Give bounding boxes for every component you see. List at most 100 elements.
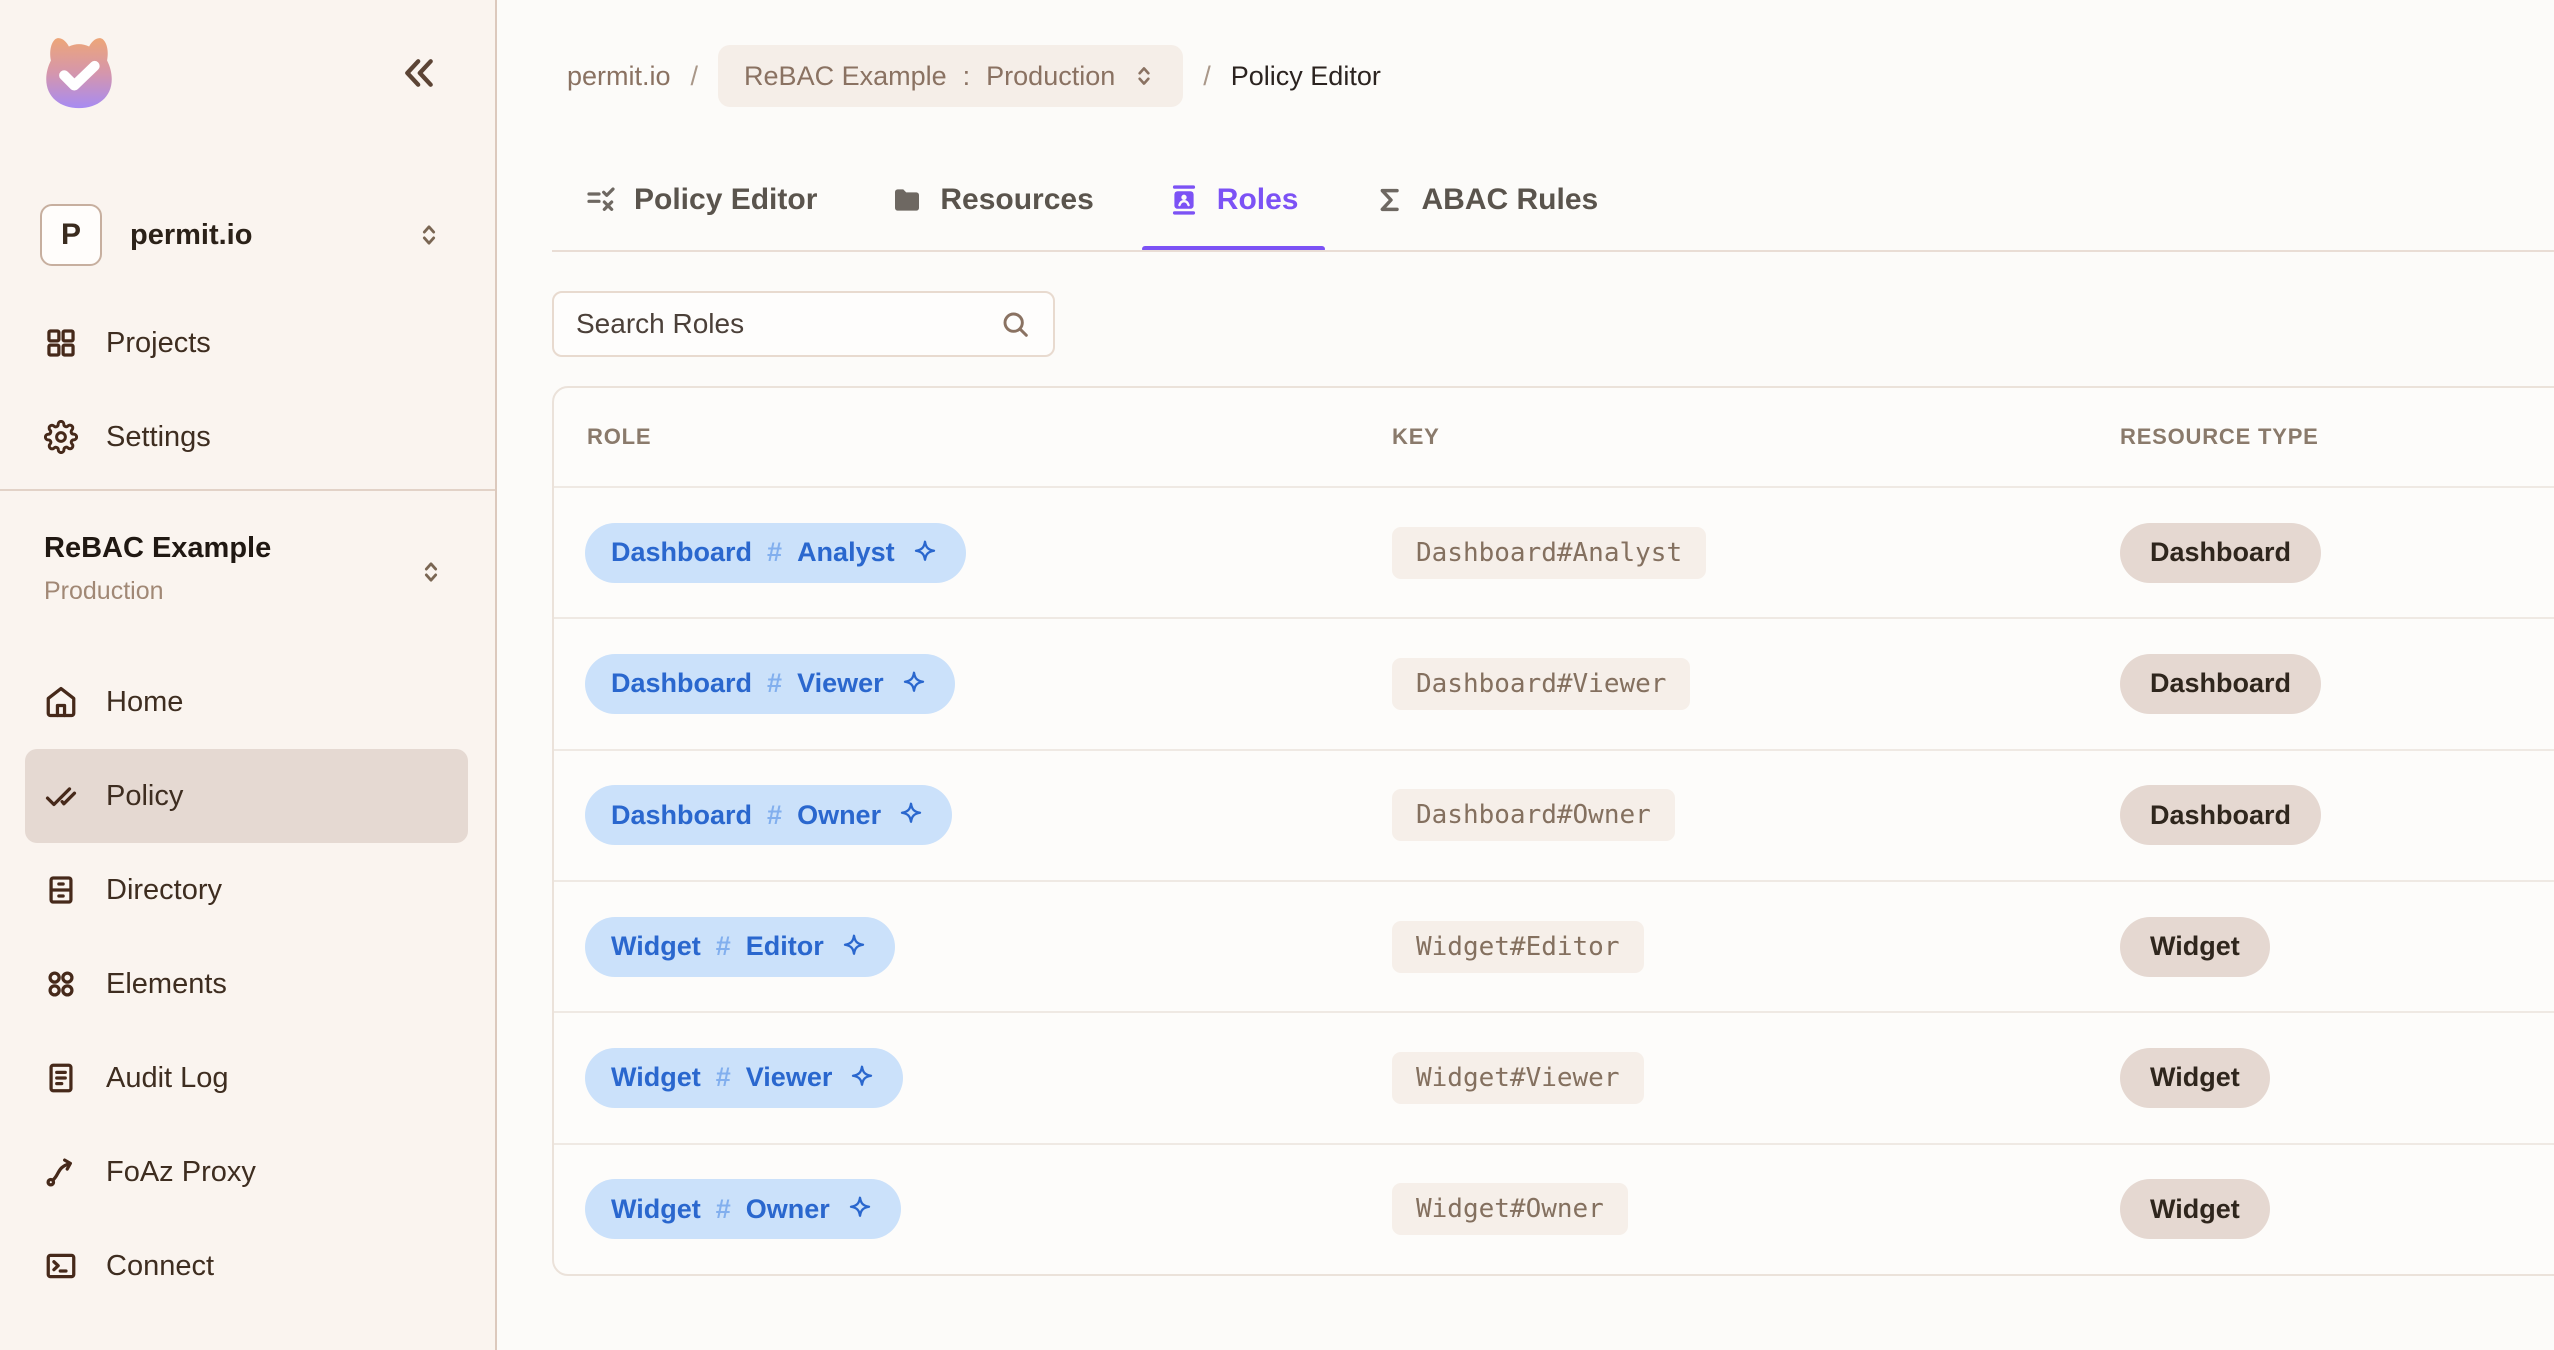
breadcrumb-org[interactable]: permit.io bbox=[567, 61, 671, 92]
role-badge[interactable]: Widget # Editor bbox=[585, 916, 895, 977]
sidebar-item-directory[interactable]: Directory bbox=[25, 843, 468, 937]
breadcrumb-project: ReBAC Example bbox=[744, 60, 947, 91]
sidebar-header bbox=[40, 30, 439, 116]
resource-type-badge: Dashboard bbox=[2120, 785, 2322, 846]
id-badge-icon bbox=[1168, 184, 1200, 216]
terminal-icon bbox=[44, 1249, 78, 1283]
sidebar-item-connect[interactable]: Connect bbox=[25, 1219, 468, 1313]
sidebar-nav-top: Projects Settings bbox=[0, 296, 495, 484]
role-key: Dashboard#Owner bbox=[1392, 789, 1675, 842]
home-icon bbox=[44, 685, 78, 719]
sidebar-item-label: Policy bbox=[106, 779, 184, 812]
sidebar-item-home[interactable]: Home bbox=[25, 655, 468, 749]
sidebar-item-label: Settings bbox=[106, 420, 211, 453]
sidebar-item-settings[interactable]: Settings bbox=[25, 390, 468, 484]
unfold-icon bbox=[417, 558, 445, 586]
resource-type-badge: Widget bbox=[2120, 1047, 2270, 1108]
sidebar-nav-main: Home Policy Directory Elements Audit Log… bbox=[0, 655, 495, 1313]
breadcrumb-colon: : bbox=[962, 60, 971, 91]
search-roles-box bbox=[552, 291, 1055, 357]
role-key: Widget#Owner bbox=[1392, 1183, 1628, 1236]
breadcrumb: permit.io / ReBAC Example : Production /… bbox=[567, 44, 1381, 108]
role-badge[interactable]: Dashboard # Viewer bbox=[585, 653, 955, 714]
role-resource-part: Dashboard bbox=[611, 799, 753, 830]
role-hash: # bbox=[715, 931, 731, 962]
sparkle-icon bbox=[899, 669, 929, 699]
folder-icon bbox=[891, 184, 923, 216]
sidebar-item-projects[interactable]: Projects bbox=[25, 296, 468, 390]
role-name-part: Viewer bbox=[745, 1062, 833, 1093]
sidebar-divider bbox=[0, 489, 495, 491]
sparkle-icon bbox=[839, 932, 869, 962]
table-row: Widget # Owner Widget#Owner Widget bbox=[554, 1142, 2554, 1274]
role-hash: # bbox=[715, 1062, 731, 1093]
breadcrumb-page: Policy Editor bbox=[1230, 60, 1381, 91]
sparkle-icon bbox=[845, 1194, 875, 1224]
role-badge[interactable]: Dashboard # Owner bbox=[585, 785, 953, 846]
role-key: Dashboard#Viewer bbox=[1392, 657, 1691, 710]
role-name-part: Analyst bbox=[797, 537, 895, 568]
role-badge[interactable]: Widget # Owner bbox=[585, 1179, 901, 1240]
sidebar: P permit.io Projects Settings ReBAC Exam… bbox=[0, 0, 497, 1350]
table-row: Dashboard # Analyst Dashboard # Analyst Dash… bbox=[554, 486, 2554, 617]
gear-icon bbox=[44, 420, 78, 454]
tab-abac-rules[interactable]: ABAC Rules bbox=[1373, 148, 1599, 252]
sparkle-icon bbox=[896, 800, 926, 830]
double-check-icon bbox=[44, 779, 78, 813]
roles-table: ROLE KEY RESOURCE TYPE Dashboard # Analyst… bbox=[552, 386, 2554, 1276]
role-resource-part: Widget bbox=[611, 1062, 701, 1093]
sidebar-item-label: Directory bbox=[106, 873, 223, 906]
resource-type-badge: Widget bbox=[2120, 1179, 2270, 1240]
breadcrumb-separator: / bbox=[690, 60, 699, 91]
column-header-key: KEY bbox=[1392, 424, 1440, 449]
role-name-part: Editor bbox=[745, 931, 824, 962]
breadcrumb-environment-selector[interactable]: ReBAC Example : Production bbox=[718, 45, 1184, 107]
tab-policy-editor[interactable]: Policy Editor bbox=[585, 148, 817, 252]
sigma-icon bbox=[1373, 184, 1405, 216]
tab-roles[interactable]: Roles bbox=[1141, 148, 1325, 252]
role-badge[interactable]: Widget # Viewer bbox=[585, 1047, 904, 1108]
workspace-avatar: P bbox=[40, 204, 102, 266]
table-row: Dashboard # Owner Dashboard#Owner Dashboar… bbox=[554, 748, 2554, 880]
role-name-part: Owner bbox=[745, 1193, 830, 1224]
role-name-part: Viewer bbox=[797, 668, 884, 699]
role-name-part: Owner bbox=[797, 799, 882, 830]
role-badge[interactable]: Dashboard # Analyst bbox=[585, 522, 966, 583]
sidebar-item-label: Projects bbox=[106, 326, 211, 359]
search-input[interactable] bbox=[554, 308, 999, 340]
role-resource-part: Widget bbox=[611, 1193, 701, 1224]
main-content: permit.io / ReBAC Example : Production /… bbox=[497, 0, 2554, 1350]
sidebar-item-label: Home bbox=[106, 685, 184, 718]
table-header: ROLE KEY RESOURCE TYPE bbox=[554, 388, 2554, 486]
breadcrumb-separator: / bbox=[1203, 60, 1211, 91]
sidebar-item-foaz-proxy[interactable]: FoAz Proxy bbox=[25, 1125, 468, 1219]
role-key: Widget#Editor bbox=[1392, 920, 1644, 973]
route-icon bbox=[44, 1155, 78, 1189]
role-hash: # bbox=[767, 799, 783, 830]
permit-logo bbox=[40, 33, 118, 113]
project-switcher[interactable]: ReBAC Example Production bbox=[44, 532, 445, 606]
table-row: Widget # Editor Widget#Editor Widget bbox=[554, 879, 2554, 1011]
sidebar-item-audit-log[interactable]: Audit Log bbox=[25, 1031, 468, 1125]
sidebar-collapse-icon[interactable] bbox=[399, 53, 439, 93]
search-icon[interactable] bbox=[999, 308, 1031, 340]
table-row: Dashboard # Viewer Dashboard#Viewer Dashbo… bbox=[554, 617, 2554, 748]
sidebar-item-elements[interactable]: Elements bbox=[25, 937, 468, 1031]
resource-type-badge: Dashboard bbox=[2120, 522, 2322, 583]
breadcrumb-environment: Production bbox=[986, 60, 1116, 91]
tab-label: ABAC Rules bbox=[1421, 183, 1599, 216]
role-key: Widget#Viewer bbox=[1392, 1051, 1644, 1104]
sparkle-icon bbox=[910, 538, 940, 568]
role-hash: # bbox=[767, 537, 783, 568]
sidebar-item-policy[interactable]: Policy bbox=[25, 749, 468, 843]
role-resource-part: Widget bbox=[611, 931, 701, 962]
resource-type-badge: Widget bbox=[2120, 916, 2270, 977]
workspace-switcher[interactable]: P permit.io bbox=[40, 200, 443, 270]
sidebar-item-label: Audit Log bbox=[106, 1061, 229, 1094]
role-resource-part: Dashboard bbox=[611, 537, 753, 568]
environment-name: Production bbox=[44, 577, 164, 605]
tab-resources[interactable]: Resources bbox=[891, 148, 1094, 252]
column-header-role: ROLE bbox=[587, 424, 652, 449]
tab-bar: Policy Editor Resources Roles ABAC Rules bbox=[585, 148, 1598, 252]
sidebar-item-label: FoAz Proxy bbox=[106, 1155, 256, 1188]
